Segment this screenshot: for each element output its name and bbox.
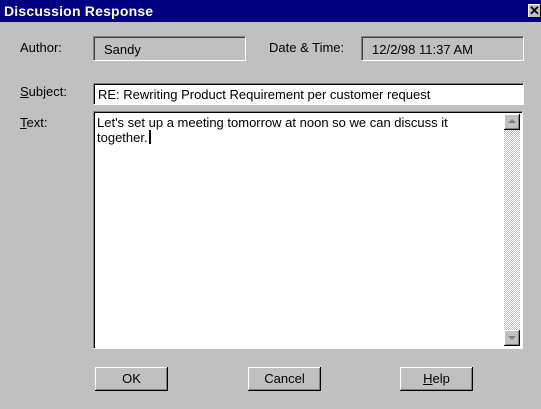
scroll-up-arrow-icon [508, 119, 516, 123]
datetime-field: 12/2/98 11:37 AM [361, 36, 524, 61]
text-label: Text: [20, 115, 47, 130]
scroll-up-button[interactable] [504, 114, 520, 130]
subject-label: Subject: [20, 84, 67, 99]
datetime-label: Date & Time: [269, 40, 345, 55]
vertical-scrollbar[interactable] [504, 114, 520, 346]
scroll-down-arrow-icon [508, 336, 516, 340]
title-bar: Discussion Response ✕ [0, 0, 541, 22]
help-button[interactable]: Help [400, 367, 473, 391]
close-icon[interactable]: ✕ [528, 4, 541, 18]
datetime-value: 12/2/98 11:37 AM [372, 42, 473, 57]
text-caret [148, 130, 151, 144]
ok-button[interactable]: OK [95, 367, 168, 391]
subject-label-accesskey: S [20, 84, 29, 99]
subject-input[interactable]: RE: Rewriting Product Requirement per cu… [93, 83, 524, 105]
text-content[interactable]: Let's set up a meeting tomorrow at noon … [97, 115, 477, 145]
cancel-button[interactable]: Cancel [248, 367, 321, 391]
help-label-text: elp [432, 371, 450, 386]
scroll-down-button[interactable] [504, 330, 520, 346]
subject-value: RE: Rewriting Product Requirement per cu… [98, 87, 431, 102]
author-label: Author: [20, 40, 62, 55]
help-accesskey: H [423, 371, 433, 386]
text-label-text: ext: [26, 115, 48, 130]
window-title: Discussion Response [4, 3, 154, 19]
author-value: Sandy [104, 42, 141, 57]
text-area[interactable]: Let's set up a meeting tomorrow at noon … [93, 111, 523, 349]
author-field: Sandy [93, 36, 246, 61]
subject-label-text: ubject: [28, 84, 67, 99]
